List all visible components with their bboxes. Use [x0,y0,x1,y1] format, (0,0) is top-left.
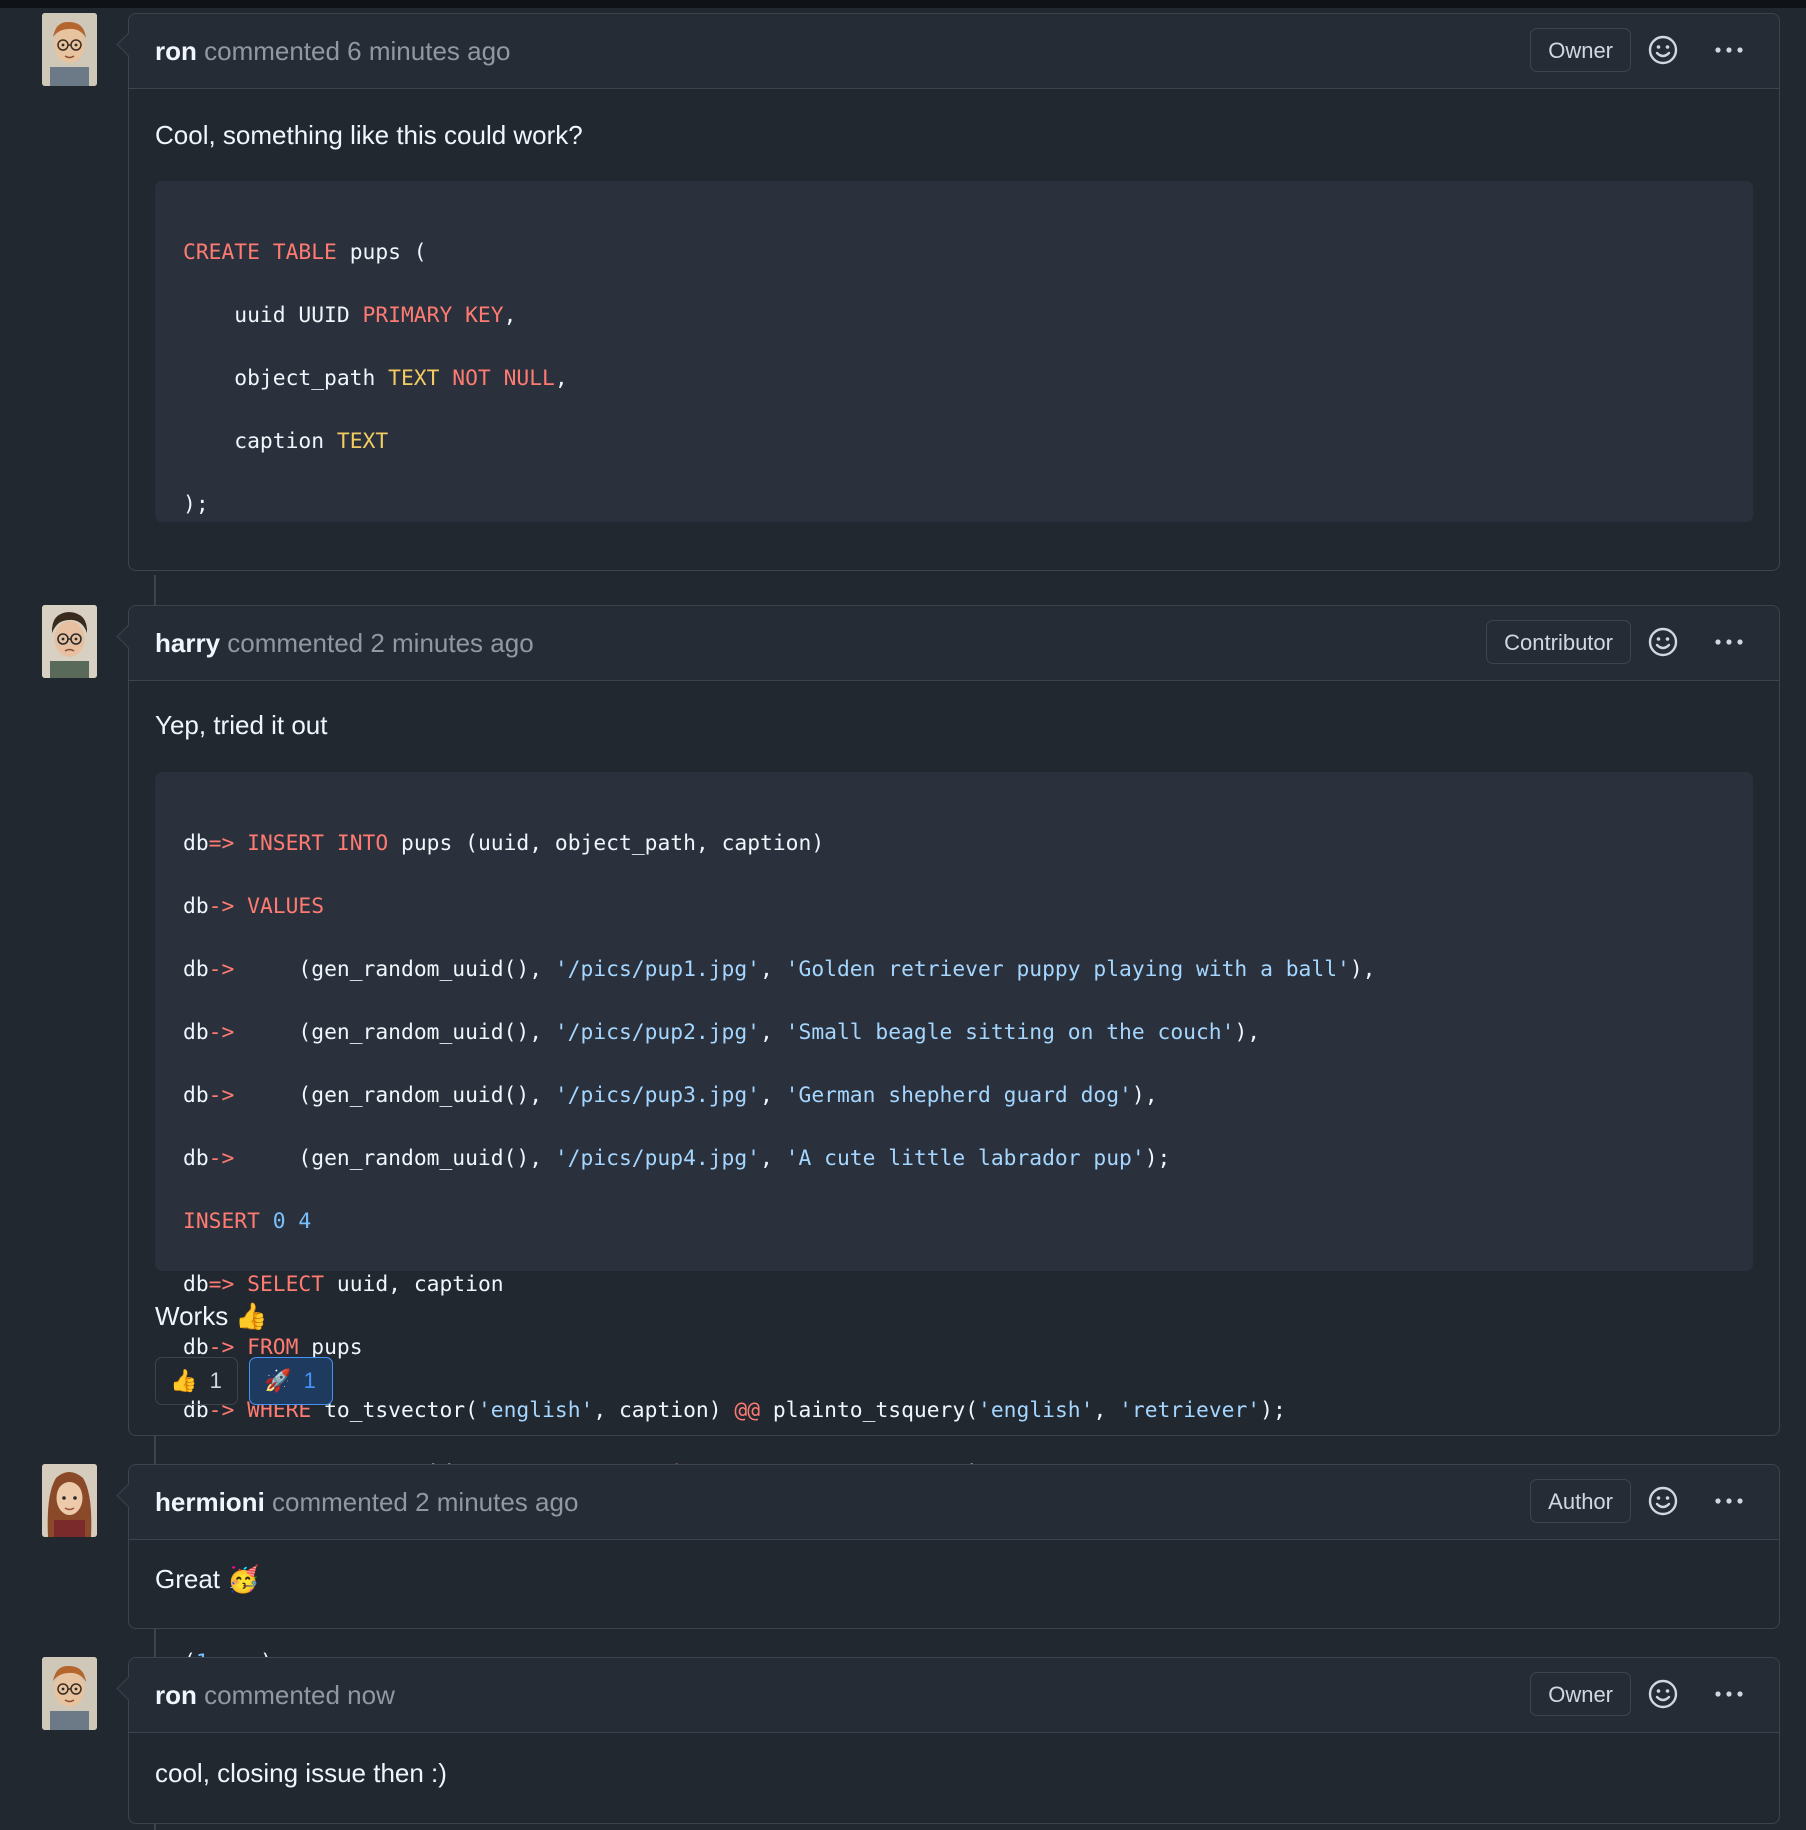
avatar-harry-icon [42,605,97,678]
comment-timestamp[interactable]: commented now [197,1680,395,1710]
code-line: caption TEXT [183,428,389,454]
role-badge: Author [1530,1479,1631,1523]
author-link[interactable]: ron [155,1680,197,1710]
comment-header: ron commented now Owner [116,1658,1779,1733]
code-line: object_path TEXT NOT NULL, [183,365,568,391]
comment-arrow [116,1676,141,1701]
code-line: CREATE TABLE pups ( [183,239,427,265]
comment-meta: harry commented 2 minutes ago [155,606,534,680]
reactions-bar: 👍 1 🚀 1 [155,1357,1753,1405]
rocket-icon: 🚀 [264,1369,292,1394]
code-line: db-> (gen_random_uuid(), '/pics/pup3.jpg… [183,1082,1158,1108]
avatar-ron-icon [42,1657,97,1730]
comment-header: ron commented 6 minutes ago Owner [116,14,1779,89]
kebab-horizontal-icon[interactable] [1711,1483,1747,1519]
comment-timestamp[interactable]: commented 2 minutes ago [220,628,533,658]
top-bar [0,0,1806,8]
comment-timestamp[interactable]: commented 6 minutes ago [197,36,510,66]
code-line: uuid UUID PRIMARY KEY, [183,302,517,328]
code-line: db-> (gen_random_uuid(), '/pics/pup4.jpg… [183,1145,1171,1171]
comment-card: harry commented 2 minutes ago Contributo… [116,605,1780,1675]
kebab-horizontal-icon[interactable] [1711,1676,1747,1712]
code-line: db-> (gen_random_uuid(), '/pics/pup2.jpg… [183,1019,1261,1045]
comment-arrow [116,1483,141,1508]
comment-header: harry commented 2 minutes ago Contributo… [116,606,1779,681]
role-badge: Contributor [1486,620,1631,664]
thumbs-up-icon: 👍 [170,1369,198,1394]
reaction-count: 1 [303,1368,316,1393]
comment-card: ron commented 6 minutes ago Owner Cool, … [116,13,1780,769]
avatar[interactable] [42,13,97,86]
role-badge: Owner [1530,1672,1631,1716]
comment-card: hermioni commented 2 minutes ago Author … [116,1464,1780,1629]
code-block[interactable]: CREATE TABLE pups ( uuid UUID PRIMARY KE… [155,181,1753,769]
code-line: db-> VALUES [183,893,325,919]
timeline-connector [154,1434,156,1464]
comment-arrow [116,624,141,649]
smiley-icon[interactable] [1645,32,1681,68]
comment-text: Works 👍 [155,1301,268,1331]
comment-text: Cool, something like this could work? [155,120,583,150]
comment-body: Yep, tried it out db=> INSERT INTO pups … [129,681,1779,1675]
avatar-hermioni-icon [42,1464,97,1537]
comment-timestamp[interactable]: commented 2 minutes ago [265,1487,578,1517]
role-badge: Owner [1530,28,1631,72]
kebab-horizontal-icon[interactable] [1711,624,1747,660]
smiley-icon[interactable] [1645,624,1681,660]
timeline-connector [154,575,156,605]
code-block[interactable]: db=> INSERT INTO pups (uuid, object_path… [155,772,1753,1675]
code-line: db=> INSERT INTO pups (uuid, object_path… [183,830,825,856]
reaction-count: 1 [209,1368,222,1393]
comment-meta: ron commented 6 minutes ago [155,14,511,88]
comment-body: cool, closing issue then :) [129,1733,1779,1791]
avatar[interactable] [42,1464,97,1537]
code-line: db-> (gen_random_uuid(), '/pics/pup1.jpg… [183,956,1376,982]
avatar[interactable] [42,1657,97,1730]
comment-body: Great 🥳 [129,1540,1779,1597]
comment-card: ron commented now Owner cool, closing is… [116,1657,1780,1824]
smiley-icon[interactable] [1645,1676,1681,1712]
smiley-icon[interactable] [1645,1483,1681,1519]
comment-arrow [116,32,141,57]
code-line: INSERT 0 4 [183,1208,312,1234]
comment-header: hermioni commented 2 minutes ago Author [116,1465,1779,1540]
issue-timeline: ron commented 6 minutes ago Owner Cool, … [0,0,1806,1830]
kebab-horizontal-icon[interactable] [1711,32,1747,68]
timeline-connector [154,1627,156,1657]
code-line: ); [183,491,209,517]
author-link[interactable]: harry [155,628,220,658]
comment-text: Yep, tried it out [155,710,328,740]
reaction-thumbs-up-button[interactable]: 👍 1 [155,1357,238,1405]
author-link[interactable]: hermioni [155,1487,265,1517]
comment-meta: hermioni commented 2 minutes ago [155,1465,578,1539]
reaction-rocket-button[interactable]: 🚀 1 [249,1357,333,1405]
comment-text: Great 🥳 [155,1564,260,1594]
code-line: db=> SELECT uuid, caption [183,1271,504,1297]
author-link[interactable]: ron [155,36,197,66]
comment-meta: ron commented now [155,1658,395,1732]
comment-body: Cool, something like this could work? CR… [129,89,1779,769]
avatar-ron-icon [42,13,97,86]
comment-text: cool, closing issue then :) [155,1758,447,1788]
avatar[interactable] [42,605,97,678]
